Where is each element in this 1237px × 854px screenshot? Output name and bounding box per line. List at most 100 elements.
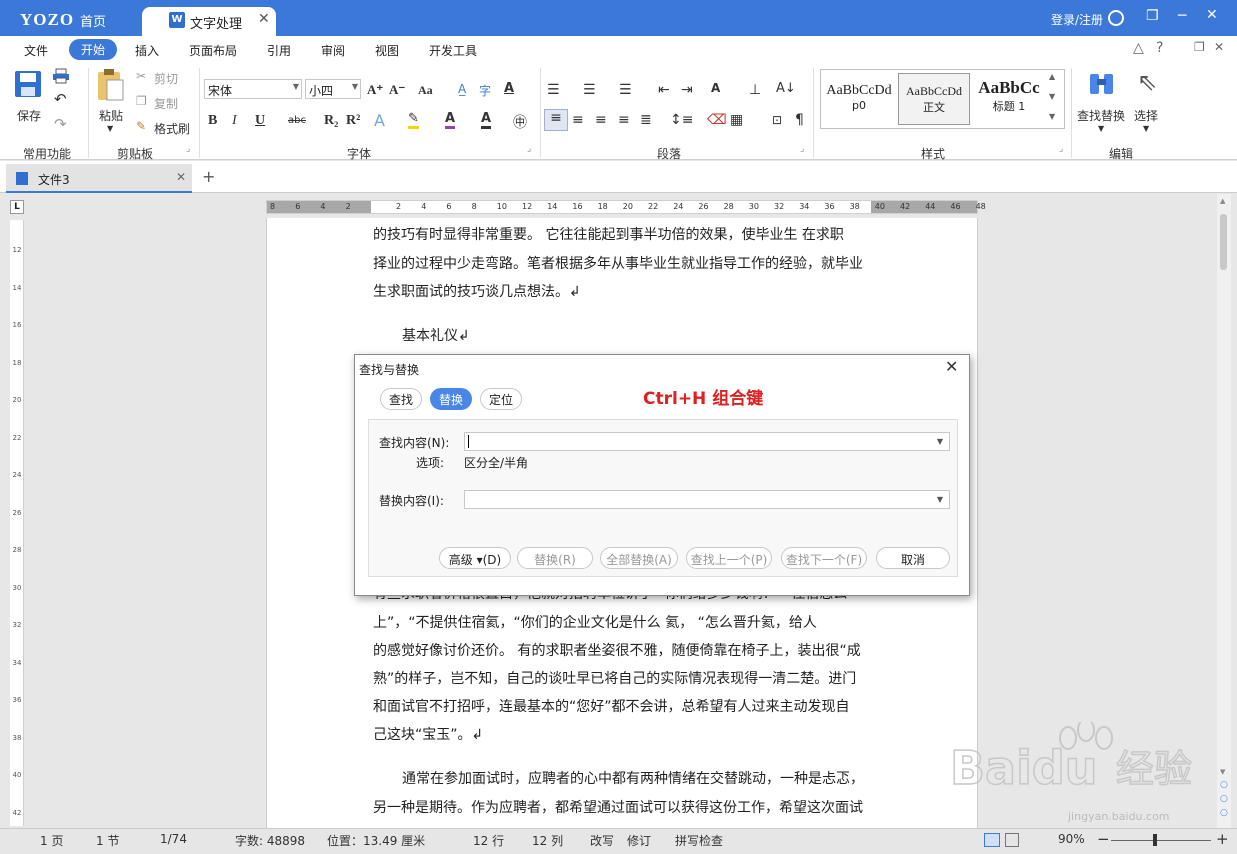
bullet-list-icon[interactable]: ☰ <box>547 82 560 98</box>
show-marks-icon[interactable]: ¶ <box>795 112 804 128</box>
zoom-level[interactable]: 90% <box>1058 832 1085 846</box>
style-scroll-up-icon[interactable]: ▲ <box>1049 72 1055 81</box>
restore-doc-icon[interactable]: ❐ <box>1194 40 1205 54</box>
collapse-ribbon-icon[interactable]: △ <box>1133 40 1144 56</box>
scroll-thumb[interactable] <box>1220 214 1227 270</box>
tab-stop-selector[interactable]: L <box>10 200 24 214</box>
line-spacing-icon[interactable]: ↕≡ <box>670 112 693 128</box>
tab-replace[interactable]: 替换 <box>430 388 473 410</box>
increase-indent-icon[interactable]: ⇥ <box>681 82 693 98</box>
tab-find[interactable]: 查找 <box>380 388 423 410</box>
decrease-indent-icon[interactable]: ⇤ <box>658 82 670 98</box>
close-doc-icon[interactable]: ✕ <box>1214 40 1224 54</box>
select-dropdown-icon[interactable]: ▼ <box>1143 124 1149 133</box>
status-spell-check[interactable]: 拼写检查 <box>675 832 723 849</box>
superscript-button[interactable]: R² <box>346 113 360 129</box>
highlight-icon[interactable]: ✎ <box>408 111 419 129</box>
menu-home[interactable]: 开始 <box>69 39 118 60</box>
chevron-down-icon[interactable]: ▼ <box>937 495 943 504</box>
zoom-out-icon[interactable]: − <box>1097 830 1110 848</box>
subscript-button[interactable]: R₂ <box>324 113 338 129</box>
font-name-select[interactable]: 宋体 ▼ <box>204 79 302 99</box>
close-document-icon[interactable]: ✕ <box>176 170 186 184</box>
find-dropdown-icon[interactable]: ▼ <box>1098 124 1104 133</box>
menu-review[interactable]: 审阅 <box>321 42 345 59</box>
strikethrough-button[interactable]: abc <box>288 115 306 126</box>
chevron-down-icon[interactable]: ▼ <box>937 437 943 446</box>
binoculars-icon[interactable] <box>1088 70 1116 98</box>
char-shading-icon[interactable]: A <box>481 111 492 129</box>
style-heading1[interactable]: AaBbCc 标题 1 <box>973 73 1045 125</box>
status-overwrite[interactable]: 改写 <box>590 832 614 849</box>
replace-all-button[interactable]: 全部替换(A) <box>600 547 678 569</box>
document-app-tab[interactable]: W 文字处理 ✕ <box>142 7 276 36</box>
undo-icon[interactable]: ↶ <box>54 90 67 108</box>
menu-references[interactable]: 引用 <box>267 42 291 59</box>
find-previous-button[interactable]: 查找上一个(P) <box>686 547 772 569</box>
format-painter-icon[interactable]: ✎ <box>136 119 146 133</box>
restore-window-icon[interactable]: ❐ <box>1146 8 1159 24</box>
menu-insert[interactable]: 插入 <box>135 42 159 59</box>
font-color-icon[interactable]: A <box>445 111 456 129</box>
cut-label[interactable]: 剪切 <box>154 70 178 87</box>
style-normal[interactable]: AaBbCcDd 正文 <box>898 73 970 125</box>
status-word-count[interactable]: 字数: 48898 <box>235 832 305 849</box>
underline-button[interactable]: U <box>255 113 265 129</box>
cursor-icon[interactable]: ⇖ <box>1137 68 1157 96</box>
font-size-select[interactable]: 小四 ▼ <box>305 79 361 99</box>
horizontal-ruler[interactable]: 8 6 4 2 2 4 6 8 10 12 14 16 18 20 22 24 26 28 30 32 34 36 38 40… <box>266 200 986 214</box>
find-next-button[interactable]: 查找下一个(F) <box>781 547 867 569</box>
document-tab[interactable]: 文件3 ✕ <box>6 164 192 193</box>
style-scroll-down-icon[interactable]: ▼ <box>1049 92 1055 101</box>
new-document-button[interactable]: + <box>202 167 215 186</box>
multilevel-list-icon[interactable]: ☰ <box>619 82 632 98</box>
chinese-layout-icon[interactable]: A <box>711 81 720 95</box>
sort-icon[interactable]: A↓ <box>776 81 796 96</box>
find-input[interactable]: ▼ <box>464 432 950 451</box>
align-right-button[interactable]: ≡ <box>595 112 607 128</box>
menu-file[interactable]: 文件 <box>24 42 48 59</box>
text-outline-icon[interactable]: A <box>374 111 385 130</box>
bold-button[interactable]: B <box>208 113 217 129</box>
style-p0[interactable]: AaBbCcDd p0 <box>823 73 895 125</box>
numbered-list-icon[interactable]: ☰ <box>583 82 596 98</box>
borders-icon[interactable]: ▦ <box>730 112 743 128</box>
clipboard-launcher-icon[interactable]: ⌟ <box>186 144 190 154</box>
paste-dropdown-icon[interactable]: ▼ <box>107 124 113 133</box>
login-link[interactable]: 登录/注册 <box>1051 11 1103 28</box>
select-label[interactable]: 选择 <box>1134 107 1158 124</box>
align-left-button[interactable]: ≡ <box>544 109 568 131</box>
phonetic-icon[interactable]: A̲ <box>458 82 466 96</box>
paste-icon[interactable] <box>95 68 125 102</box>
close-tab-icon[interactable]: ✕ <box>258 11 270 27</box>
zoom-slider[interactable] <box>1111 840 1211 841</box>
web-view-icon[interactable] <box>1005 833 1019 847</box>
cut-icon[interactable]: ✂ <box>136 69 146 83</box>
text-effect-icon[interactable]: A <box>504 81 514 96</box>
shading-icon[interactable]: ⊡ <box>772 113 782 127</box>
status-track-changes[interactable]: 修订 <box>627 832 651 849</box>
font-shrink-icon[interactable]: A⁻ <box>389 82 405 98</box>
close-window-icon[interactable]: ✕ <box>1206 7 1218 23</box>
scroll-up-icon[interactable]: ▲ <box>1220 197 1225 205</box>
cancel-button[interactable]: 取消 <box>876 547 950 569</box>
save-label[interactable]: 保存 <box>17 107 41 124</box>
font-grow-icon[interactable]: A⁺ <box>367 82 383 98</box>
paste-label[interactable]: 粘贴 <box>99 107 123 124</box>
copy-icon[interactable]: ❐ <box>136 94 147 108</box>
home-tab[interactable]: 首页 <box>80 11 106 30</box>
copy-label[interactable]: 复制 <box>154 95 178 112</box>
find-replace-label[interactable]: 查找替换 <box>1077 107 1125 124</box>
format-painter-label[interactable]: 格式刷 <box>154 120 190 137</box>
menu-developer[interactable]: 开发工具 <box>429 42 477 59</box>
vertical-ruler[interactable]: 1214161820222426283032343638404244 <box>10 220 24 854</box>
status-pages[interactable]: 1/74 <box>160 832 187 846</box>
zoom-in-icon[interactable]: + <box>1216 830 1229 848</box>
italic-button[interactable]: I <box>232 113 237 129</box>
paragraph-launcher-icon[interactable]: ⌟ <box>800 144 804 154</box>
font-launcher-icon[interactable]: ⌟ <box>527 144 531 154</box>
advanced-button[interactable]: 高级 ▾(D) <box>439 547 511 569</box>
menu-view[interactable]: 视图 <box>375 42 399 59</box>
styles-launcher-icon[interactable]: ⌟ <box>1059 144 1063 154</box>
tab-goto[interactable]: 定位 <box>480 388 523 410</box>
